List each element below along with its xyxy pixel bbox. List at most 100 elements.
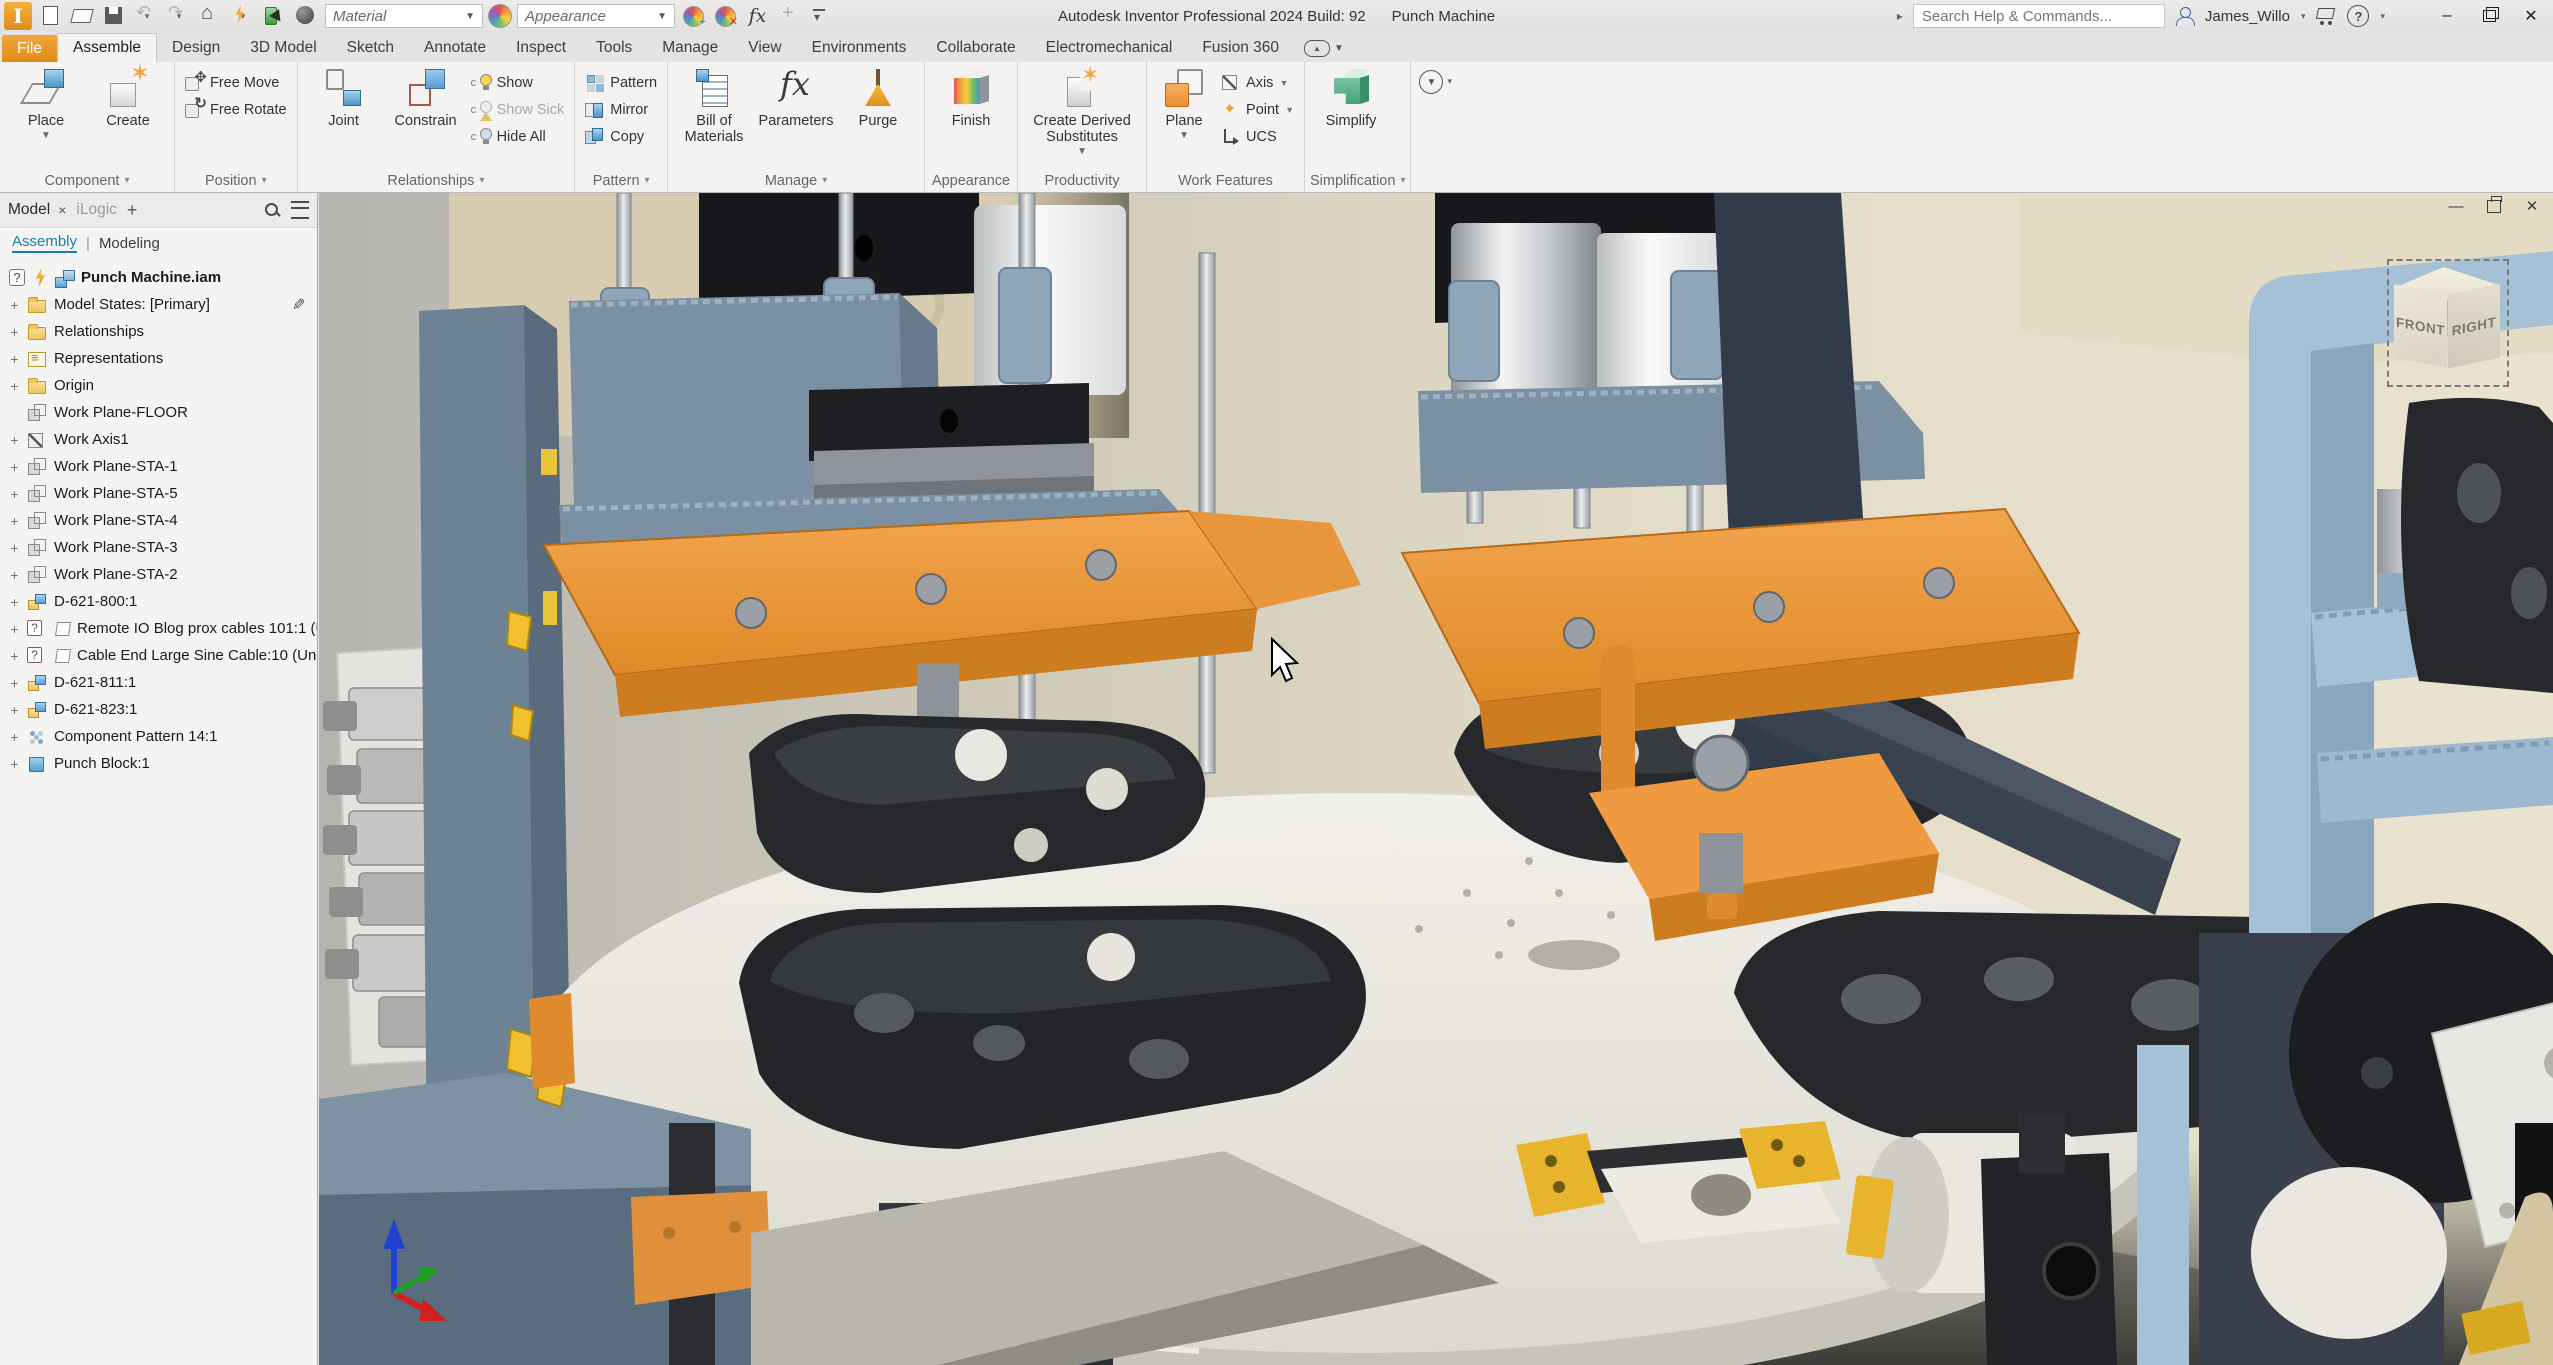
group-label-pattern[interactable]: Pattern▾: [580, 169, 662, 192]
copy-button[interactable]: Copy: [580, 123, 662, 150]
expand-icon[interactable]: +: [8, 486, 21, 502]
tab-3d-model[interactable]: 3D Model: [235, 34, 331, 62]
tab-annotate[interactable]: Annotate: [409, 34, 501, 62]
help-search-input[interactable]: [1913, 4, 2165, 28]
tree-item-work-axis1[interactable]: + Work Axis1: [6, 426, 317, 453]
show-sick-button[interactable]: cShow Sick: [467, 96, 570, 123]
signed-in-user[interactable]: James_Willo: [2205, 8, 2290, 25]
joint-button[interactable]: Joint: [303, 64, 385, 169]
simplify-button[interactable]: Simplify: [1310, 64, 1392, 169]
expand-icon[interactable]: +: [8, 729, 21, 745]
app-logo[interactable]: I: [4, 2, 32, 30]
purge-button[interactable]: Purge: [837, 64, 919, 169]
appearance-select[interactable]: Appearance▼: [517, 4, 675, 28]
adjust-appearance-button[interactable]: +: [680, 3, 707, 29]
tree-item-work-plane-sta-3[interactable]: + Work Plane-STA-3: [6, 534, 317, 561]
group-label-work-features[interactable]: Work Features: [1152, 169, 1299, 192]
tree-item-punch-block[interactable]: + Punch Block:1: [6, 750, 317, 777]
point-button[interactable]: Point▼: [1216, 96, 1299, 123]
show-button[interactable]: cShow: [467, 69, 570, 96]
clear-appearance-button[interactable]: ✕: [712, 3, 739, 29]
tree-item-model-states[interactable]: + Model States: [Primary] ✎: [6, 291, 317, 318]
axis-button[interactable]: Axis▼: [1216, 69, 1299, 96]
close-button[interactable]: ✕: [2515, 3, 2547, 29]
sketch-doctor-button[interactable]: ▾: [229, 3, 256, 29]
expand-icon[interactable]: +: [8, 648, 21, 664]
chevron-down-icon[interactable]: ▾: [2380, 11, 2385, 22]
mirror-button[interactable]: Mirror: [580, 96, 662, 123]
group-label-productivity[interactable]: Productivity: [1023, 169, 1141, 192]
tab-tools[interactable]: Tools: [581, 34, 647, 62]
viewcube-front-face[interactable]: FRONT: [2394, 284, 2447, 367]
place-button[interactable]: Place▼: [5, 64, 87, 169]
ribbon-collapse-button[interactable]: ▲▼: [1304, 34, 1344, 62]
create-derived-substitutes-button[interactable]: ✶ Create Derived Substitutes▼: [1023, 64, 1141, 169]
expand-icon[interactable]: +: [8, 378, 21, 394]
home-view-button[interactable]: [197, 3, 224, 29]
tree-item-remote-io-cables[interactable]: + Remote IO Blog prox cables 101:1 (Unr: [6, 615, 317, 642]
ucs-button[interactable]: UCS: [1216, 123, 1299, 150]
tree-item-origin[interactable]: + Origin: [6, 372, 317, 399]
cart-icon[interactable]: [2315, 7, 2337, 25]
view-cube[interactable]: FRONT RIGHT: [2387, 259, 2509, 387]
tab-file[interactable]: File: [2, 35, 57, 62]
tab-fusion-360[interactable]: Fusion 360: [1187, 34, 1294, 62]
model-viewport[interactable]: — ✕ FRONT RIGHT: [319, 193, 2553, 1365]
add-browser-tab-button[interactable]: +: [127, 200, 138, 221]
expand-icon[interactable]: +: [8, 513, 21, 529]
group-label-relationships[interactable]: Relationships▾: [303, 169, 570, 192]
minimize-button[interactable]: –: [2431, 3, 2463, 29]
tree-item-work-plane-sta-1[interactable]: + Work Plane-STA-1: [6, 453, 317, 480]
chevron-down-icon[interactable]: ▾: [2301, 11, 2306, 22]
redo-button[interactable]: ▾: [165, 3, 192, 29]
help-icon[interactable]: ?: [2347, 5, 2369, 27]
tree-item-work-plane-sta-5[interactable]: + Work Plane-STA-5: [6, 480, 317, 507]
free-move-button[interactable]: Free Move: [180, 69, 292, 96]
ribbon-overflow-button[interactable]: ▼▾: [1411, 62, 1460, 192]
expand-icon[interactable]: +: [8, 675, 21, 691]
expand-icon[interactable]: +: [8, 540, 21, 556]
tab-environments[interactable]: Environments: [797, 34, 922, 62]
expand-icon[interactable]: +: [8, 351, 21, 367]
visual-style-button[interactable]: [293, 3, 320, 29]
qat-customize-button[interactable]: [808, 3, 835, 29]
bill-of-materials-button[interactable]: Bill of Materials: [673, 64, 755, 169]
tree-item-representations[interactable]: + Representations: [6, 345, 317, 372]
tree-item-component-pattern-14[interactable]: + Component Pattern 14:1: [6, 723, 317, 750]
tree-item-work-plane-sta-2[interactable]: + Work Plane-STA-2: [6, 561, 317, 588]
hamburger-icon[interactable]: [291, 201, 309, 219]
group-label-simplification[interactable]: Simplification▾: [1310, 169, 1405, 192]
expand-icon[interactable]: +: [8, 702, 21, 718]
tab-modeling[interactable]: Modeling: [99, 235, 160, 252]
hide-all-button[interactable]: cHide All: [467, 123, 570, 150]
tree-item-d-621-811[interactable]: + D-621-811:1: [6, 669, 317, 696]
group-label-position[interactable]: Position▾: [180, 169, 292, 192]
undo-button[interactable]: ▾: [133, 3, 160, 29]
tab-inspect[interactable]: Inspect: [501, 34, 581, 62]
tree-item-cable-end[interactable]: + Cable End Large Sine Cable:10 (Unreso: [6, 642, 317, 669]
tree-item-d-621-823[interactable]: + D-621-823:1: [6, 696, 317, 723]
create-button[interactable]: Create: [87, 64, 169, 169]
tab-view[interactable]: View: [733, 34, 796, 62]
expand-icon[interactable]: +: [8, 621, 21, 637]
group-label-appearance[interactable]: Appearance: [930, 169, 1012, 192]
free-rotate-button[interactable]: Free Rotate: [180, 96, 292, 123]
save-button[interactable]: [101, 3, 128, 29]
group-label-component[interactable]: Component▾: [5, 169, 169, 192]
parameters-button[interactable]: Parameters: [755, 64, 837, 169]
color-wheel-icon[interactable]: [488, 4, 512, 28]
open-button[interactable]: [69, 3, 96, 29]
edit-pencil-icon[interactable]: ✎: [292, 295, 305, 315]
search-expand-icon[interactable]: ▸: [1897, 9, 1903, 23]
close-icon[interactable]: ×: [58, 202, 66, 218]
tab-design[interactable]: Design: [157, 34, 235, 62]
tab-electromechanical[interactable]: Electromechanical: [1031, 34, 1188, 62]
select-tool-button[interactable]: ▾: [261, 3, 288, 29]
tab-assembly[interactable]: Assembly: [12, 233, 77, 253]
doc-minimize-button[interactable]: —: [2445, 196, 2467, 216]
expand-icon[interactable]: +: [8, 324, 21, 340]
pattern-button[interactable]: Pattern: [580, 69, 662, 96]
constrain-button[interactable]: Constrain: [385, 64, 467, 169]
expand-icon[interactable]: +: [8, 432, 21, 448]
tab-sketch[interactable]: Sketch: [332, 34, 409, 62]
